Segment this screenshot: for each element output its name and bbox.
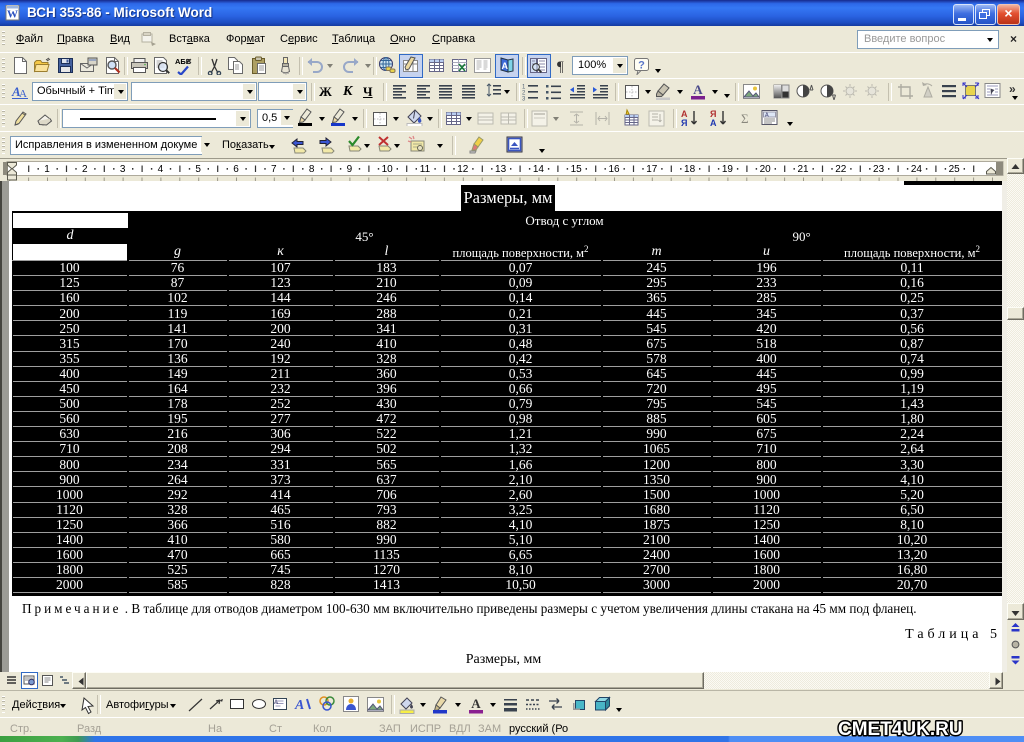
svg-text:18: 18 (684, 164, 696, 175)
svg-text:22: 22 (835, 164, 847, 175)
svg-text:3: 3 (120, 164, 126, 175)
svg-text:7: 7 (271, 164, 277, 175)
svg-text:24: 24 (911, 164, 923, 175)
svg-text:20: 20 (760, 164, 772, 175)
svg-text:14: 14 (533, 164, 545, 175)
svg-text:6: 6 (233, 164, 239, 175)
svg-text:15: 15 (571, 164, 583, 175)
svg-text:А: А (710, 118, 717, 127)
svg-text:А: А (502, 61, 509, 71)
svg-text:13: 13 (495, 164, 507, 175)
svg-text:CMET4UK.RU: CMET4UK.RU (838, 719, 963, 740)
svg-text:А: А (471, 696, 481, 711)
svg-text:W: W (7, 9, 18, 21)
svg-text:?: ? (638, 60, 645, 72)
svg-text:12: 12 (457, 164, 469, 175)
svg-text:3: 3 (522, 97, 526, 102)
svg-text:8: 8 (309, 164, 315, 175)
svg-text:19: 19 (722, 164, 734, 175)
svg-text:9: 9 (347, 164, 353, 175)
svg-text:5: 5 (195, 164, 201, 175)
svg-text:А: А (274, 700, 278, 706)
svg-text:10: 10 (382, 164, 394, 175)
svg-text:23: 23 (873, 164, 885, 175)
svg-text:17: 17 (646, 164, 658, 175)
svg-text:А: А (294, 698, 304, 713)
svg-text:16: 16 (608, 164, 620, 175)
svg-text:1: 1 (44, 164, 50, 175)
svg-text:25: 25 (949, 164, 961, 175)
svg-text:2: 2 (82, 164, 88, 175)
svg-text:11: 11 (420, 164, 431, 175)
svg-text:А: А (765, 113, 769, 119)
svg-text:А: А (693, 82, 703, 97)
svg-text:Я: Я (681, 118, 687, 127)
svg-text:21: 21 (797, 164, 809, 175)
svg-text:¶: ¶ (557, 59, 564, 75)
svg-text:4: 4 (158, 164, 164, 175)
